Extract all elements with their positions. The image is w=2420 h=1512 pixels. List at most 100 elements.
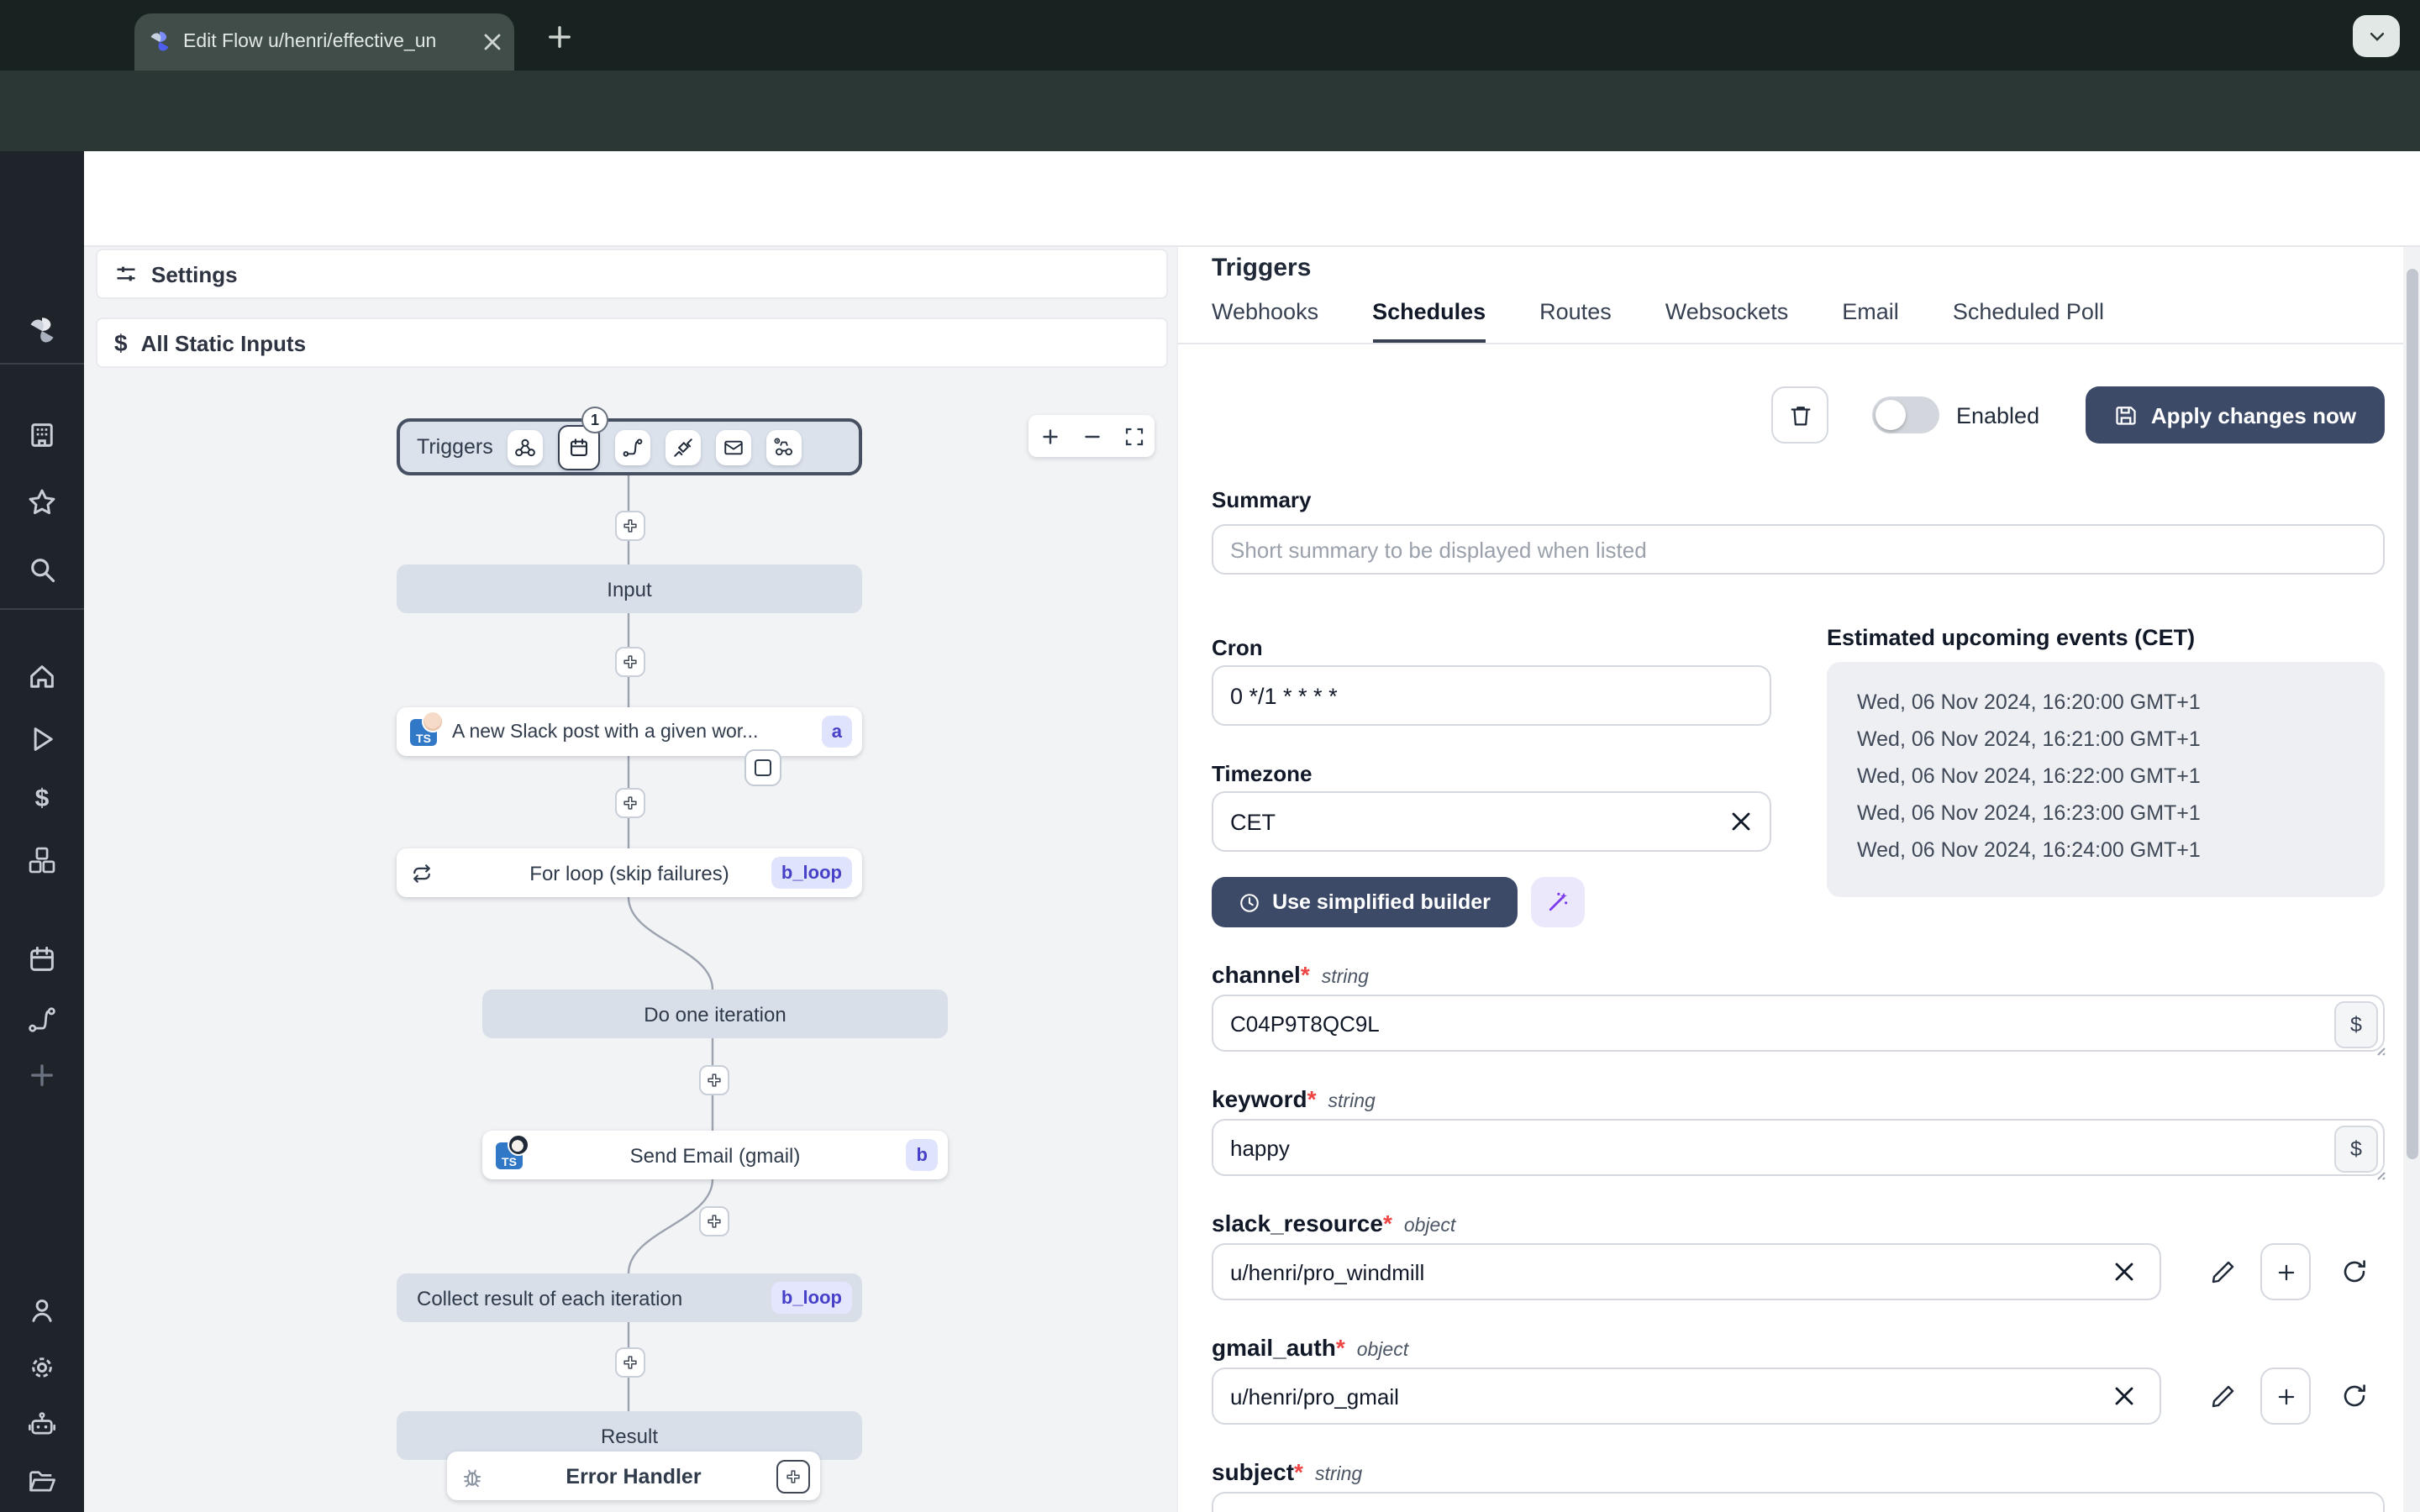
sidebar-item-schedules[interactable] (27, 944, 57, 974)
ai-cron-button[interactable] (1531, 877, 1585, 927)
timezone-input[interactable] (1212, 791, 1771, 852)
clear-icon[interactable] (2114, 1386, 2134, 1406)
tab-title: Edit Flow u/henri/effective_un (183, 32, 437, 52)
sidebar-item-routes[interactable] (27, 1005, 57, 1035)
zoom-in-icon[interactable] (1039, 426, 1060, 446)
forloop-node[interactable]: For loop (skip failures) b_loop (397, 848, 862, 897)
sidebar-item-home[interactable] (27, 662, 57, 692)
triggers-node[interactable]: Triggers (397, 418, 862, 475)
gmail-auth-field (1212, 1368, 2385, 1425)
windmill-logo[interactable] (27, 316, 57, 346)
clear-icon[interactable] (2114, 1262, 2134, 1282)
insert-variable-button[interactable]: $ (2334, 1126, 2378, 1173)
add-step-button[interactable] (615, 1347, 645, 1378)
add-step-button[interactable] (699, 1206, 729, 1236)
sidebar-item-favorites[interactable] (27, 487, 57, 517)
resize-handle[interactable] (2373, 1043, 2386, 1057)
collect-node[interactable]: Collect result of each iteration b_loop (397, 1273, 862, 1322)
scheduled-poll-icon[interactable] (766, 429, 802, 465)
add-step-button[interactable] (615, 647, 645, 677)
required-marker: * (1294, 1458, 1303, 1485)
error-handler-node[interactable]: Error Handler (447, 1452, 820, 1500)
sidebar-item-users[interactable] (27, 1295, 57, 1326)
stop-after-step-button[interactable] (744, 749, 781, 786)
email-step-label: Send Email (gmail) (629, 1143, 801, 1167)
sidebar-item-resources[interactable] (27, 845, 57, 875)
edit-pencil-icon[interactable] (2210, 1383, 2237, 1410)
simplified-builder-button[interactable]: Use simplified builder (1212, 877, 1518, 927)
tab-search-chevron-icon[interactable] (2353, 15, 2400, 57)
field-type: object (1356, 1341, 1409, 1361)
edit-pencil-icon[interactable] (2210, 1258, 2237, 1285)
plug-icon[interactable] (666, 429, 702, 465)
new-tab-icon[interactable] (544, 22, 575, 52)
browser-url-row: app.windmill.dev/flows/edit/u/henri/effe… (0, 71, 2420, 207)
sidebar-item-add[interactable] (27, 1060, 57, 1090)
app-toolbar: Untitled Path Diff (0, 151, 2420, 371)
sidebar-item-workspace[interactable] (27, 420, 57, 450)
add-resource-button[interactable] (2260, 1243, 2311, 1300)
event-item: Wed, 06 Nov 2024, 16:23:00 GMT+1 (1857, 801, 2201, 825)
input-node[interactable]: Input (397, 564, 862, 613)
refresh-icon[interactable] (2341, 1258, 2368, 1285)
tab-websockets[interactable]: Websockets (1665, 299, 1789, 344)
iteration-node[interactable]: Do one iteration (482, 990, 948, 1038)
add-resource-button[interactable] (2260, 1368, 2311, 1425)
cubes-icon (29, 847, 55, 874)
channel-field: $ (1212, 995, 2386, 1056)
resize-handle[interactable] (2373, 1168, 2386, 1181)
email-step-node[interactable]: TS Send Email (gmail) b (482, 1131, 948, 1179)
summary-input[interactable] (1212, 524, 2385, 575)
route-icon[interactable] (615, 429, 651, 465)
keyword-input[interactable] (1212, 1119, 2385, 1176)
apply-changes-button[interactable]: Apply changes now (2086, 386, 2385, 444)
scrollbar-thumb[interactable] (2406, 269, 2417, 1159)
building-icon (31, 423, 53, 447)
mail-icon[interactable] (716, 429, 752, 465)
add-step-button[interactable] (699, 1065, 729, 1095)
gear-icon (32, 1357, 52, 1378)
sidebar-item-runs[interactable] (27, 724, 57, 754)
add-step-button[interactable] (615, 788, 645, 818)
channel-input[interactable] (1212, 995, 2385, 1052)
tab-scheduled-poll[interactable]: Scheduled Poll (1953, 299, 2104, 344)
sidebar-item-workers[interactable] (27, 1410, 57, 1440)
sidebar-item-folders[interactable] (27, 1467, 57, 1497)
refresh-icon[interactable] (2341, 1383, 2368, 1410)
upcoming-events-box: Wed, 06 Nov 2024, 16:20:00 GMT+1 Wed, 06… (1827, 662, 2385, 897)
add-step-button[interactable] (615, 511, 645, 541)
triggers-detail-panel: Triggers Webhooks Schedules Routes Webso… (1176, 247, 2403, 1512)
browser-tab[interactable]: Edit Flow u/henri/effective_un (134, 13, 514, 71)
gmail-auth-input[interactable] (1212, 1368, 2161, 1425)
cron-input[interactable] (1212, 665, 1771, 726)
scrollbar-track[interactable] (2403, 247, 2420, 1512)
webhook-icon[interactable] (508, 429, 544, 465)
play-icon (34, 727, 53, 751)
add-error-handler-button[interactable] (776, 1460, 810, 1494)
tab-email[interactable]: Email (1842, 299, 1899, 344)
field-name: subject (1212, 1458, 1295, 1485)
tab-routes[interactable]: Routes (1539, 299, 1612, 344)
panel-title: Triggers (1212, 254, 1312, 282)
magic-wand-icon (1549, 892, 1568, 911)
slack-resource-input[interactable] (1212, 1243, 2161, 1300)
tab-webhooks[interactable]: Webhooks (1212, 299, 1318, 344)
zoom-out-icon[interactable] (1081, 426, 1102, 446)
subject-input[interactable] (1212, 1492, 2385, 1512)
enabled-toggle[interactable] (1872, 396, 1939, 433)
tab-close-icon[interactable] (484, 34, 501, 50)
forloop-id: b_loop (771, 857, 852, 889)
sidebar-item-variables[interactable]: $ (27, 785, 57, 815)
slack-step-node[interactable]: TS A new Slack post with a given wor... … (397, 707, 862, 756)
tab-schedules[interactable]: Schedules (1372, 299, 1486, 344)
sidebar-item-settings[interactable] (27, 1352, 57, 1383)
delete-schedule-button[interactable] (1771, 386, 1828, 444)
insert-variable-button[interactable]: $ (2334, 1001, 2378, 1048)
sidebar-item-search[interactable] (27, 554, 57, 585)
field-type: string (1321, 968, 1369, 988)
dollar-icon: $ (2350, 1013, 2362, 1037)
clear-icon[interactable] (1731, 811, 1751, 832)
fit-view-icon[interactable] (1123, 426, 1144, 446)
timezone-field[interactable] (1212, 791, 1771, 852)
slack-step-label: A new Slack post with a given wor... (452, 722, 759, 742)
